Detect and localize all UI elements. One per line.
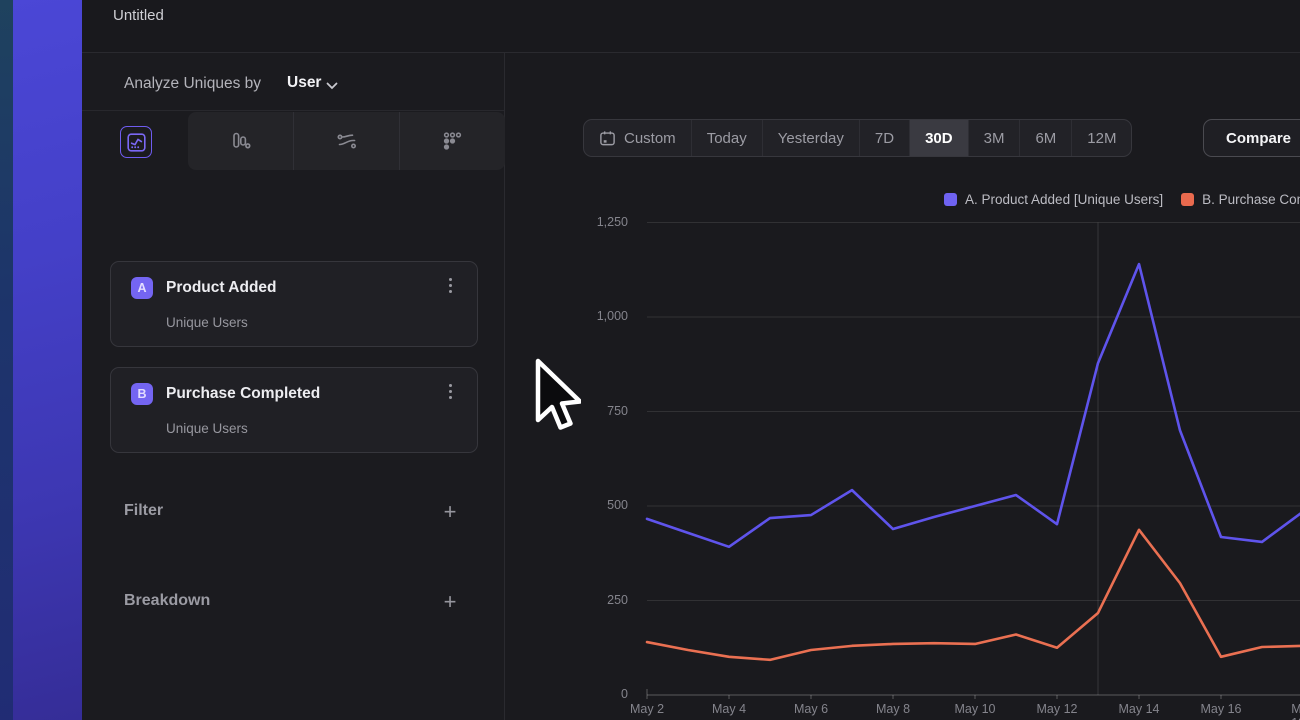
date-range-segmented-control: CustomTodayYesterday7D30D3M6M12M (583, 119, 1132, 157)
report-title[interactable]: Untitled (113, 7, 164, 24)
chart-legend: A. Product Added [Unique Users] B. Purch… (944, 190, 1300, 208)
legend-swatch-orange (1181, 193, 1194, 206)
range-button-6m[interactable]: 6M (1019, 120, 1071, 156)
metric-measurement[interactable]: Unique Users (166, 315, 248, 330)
x-tick-label: May 8 (876, 702, 910, 716)
x-tick-label: May 14 (1119, 702, 1160, 716)
legend-item-a[interactable]: A. Product Added [Unique Users] (944, 192, 1163, 207)
y-tick-label: 500 (564, 498, 628, 512)
insights-line-chart-icon (127, 133, 146, 152)
analyze-uniques-label: Analyze Uniques by (124, 75, 261, 93)
y-tick-label: 1,250 (564, 215, 628, 229)
background-gradient-strip (0, 0, 82, 720)
legend-label: A. Product Added [Unique Users] (965, 192, 1163, 207)
line-chart-plot-area[interactable] (560, 215, 1300, 715)
range-button-3m[interactable]: 3M (968, 120, 1020, 156)
metric-measurement[interactable]: Unique Users (166, 421, 248, 436)
query-sidebar: Analyze Uniques by User (82, 53, 505, 720)
calendar-icon (599, 130, 616, 147)
metric-card-a[interactable]: A Product Added Unique Users (110, 261, 478, 347)
breakdown-section-title: Breakdown (124, 592, 210, 610)
y-tick-label: 1,000 (564, 309, 628, 323)
compare-button[interactable]: Compare (1203, 119, 1300, 157)
range-button-custom[interactable]: Custom (584, 120, 691, 156)
metric-name[interactable]: Product Added (166, 279, 277, 297)
y-tick-label: 750 (564, 404, 628, 418)
metric-options-kebab-icon[interactable] (443, 384, 457, 404)
metric-options-kebab-icon[interactable] (443, 278, 457, 298)
header-bar: Untitled (82, 0, 1300, 53)
analyze-uniques-row: Analyze Uniques by User (82, 53, 504, 111)
y-tick-label: 250 (564, 593, 628, 607)
funnels-bars-icon (230, 131, 251, 152)
range-button-30d[interactable]: 30D (909, 120, 968, 156)
range-button-12m[interactable]: 12M (1071, 120, 1131, 156)
x-tick-label: May 18 (1291, 702, 1300, 720)
metric-letter-badge: B (131, 383, 153, 405)
series-line-b[interactable] (647, 530, 1300, 660)
y-tick-label: 0 (564, 687, 628, 701)
legend-swatch-purple (944, 193, 957, 206)
add-breakdown-button[interactable]: + (439, 592, 461, 614)
add-filter-button[interactable]: + (439, 502, 461, 524)
x-tick-label: May 2 (630, 702, 664, 716)
retention-grid-icon (442, 131, 463, 152)
range-button-today[interactable]: Today (691, 120, 762, 156)
metric-card-b[interactable]: B Purchase Completed Unique Users (110, 367, 478, 453)
metric-name[interactable]: Purchase Completed (166, 385, 320, 403)
x-tick-label: May 10 (955, 702, 996, 716)
filter-section-title: Filter (124, 502, 163, 520)
legend-item-b[interactable]: B. Purchase Completed [Unique Users] (1181, 192, 1300, 207)
tab-retention[interactable] (399, 112, 505, 170)
analyze-uniques-value-dropdown[interactable]: User (287, 74, 321, 92)
x-tick-label: May 16 (1201, 702, 1242, 716)
tab-flows[interactable] (293, 112, 399, 170)
gradient-edge (0, 0, 13, 720)
flows-stream-icon (336, 130, 358, 152)
x-tick-label: May 4 (712, 702, 746, 716)
metric-letter-badge: A (131, 277, 153, 299)
tab-insights[interactable] (120, 126, 152, 158)
view-tab-group (188, 112, 505, 170)
range-button-yesterday[interactable]: Yesterday (762, 120, 859, 156)
x-tick-label: May 6 (794, 702, 828, 716)
range-button-7d[interactable]: 7D (859, 120, 909, 156)
x-tick-label: May 12 (1037, 702, 1078, 716)
legend-label: B. Purchase Completed [Unique Users] (1202, 192, 1300, 207)
chevron-down-icon[interactable] (326, 82, 338, 90)
tab-funnels[interactable] (188, 112, 293, 170)
series-line-a[interactable] (647, 264, 1300, 547)
